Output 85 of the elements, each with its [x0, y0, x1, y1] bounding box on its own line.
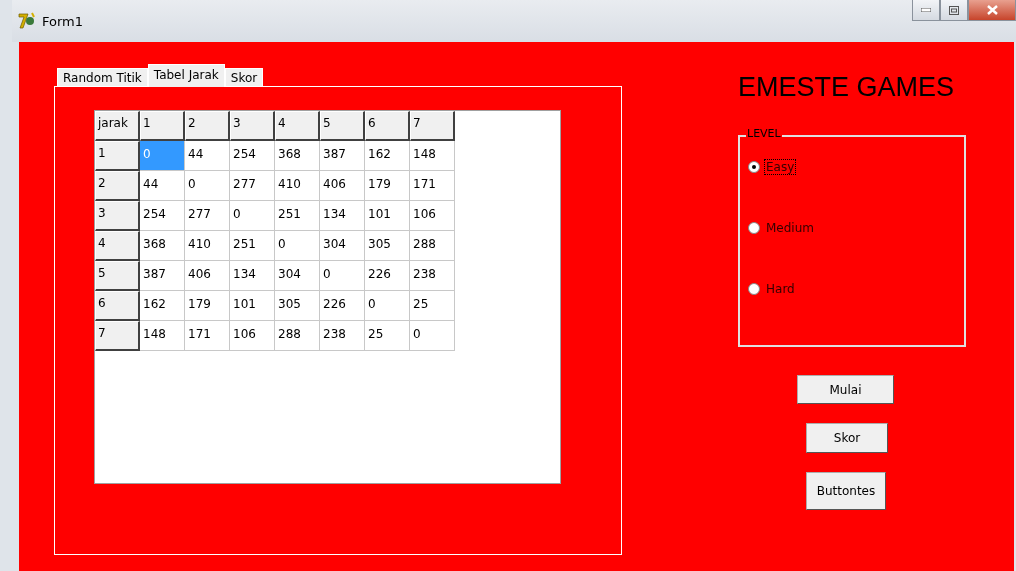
row-header[interactable]: 6 [95, 291, 140, 321]
table-cell[interactable]: 288 [275, 321, 320, 351]
table-cell[interactable]: 101 [365, 201, 410, 231]
push-button[interactable]: Mulai [797, 375, 894, 404]
window-title: Form1 [42, 13, 84, 29]
table-cell[interactable]: 171 [410, 171, 455, 201]
table-cell[interactable]: 0 [185, 171, 230, 201]
tab[interactable]: Random Titik [57, 68, 148, 86]
table-cell[interactable]: 254 [140, 201, 185, 231]
minimize-button[interactable] [912, 0, 940, 21]
table-cell[interactable]: 288 [410, 231, 455, 261]
table-cell[interactable]: 179 [365, 171, 410, 201]
column-header: 1 [140, 111, 185, 141]
table-cell[interactable]: 305 [275, 291, 320, 321]
column-header: 5 [320, 111, 365, 141]
push-button[interactable]: Skor [806, 423, 888, 453]
column-header: 7 [410, 111, 455, 141]
table-cell[interactable]: 238 [320, 321, 365, 351]
minimize-icon [921, 8, 931, 12]
radio-label[interactable]: Medium [764, 220, 816, 236]
table-cell[interactable]: 0 [410, 321, 455, 351]
radio-button[interactable] [748, 283, 760, 295]
app-logo-icon [18, 12, 36, 30]
table-cell[interactable]: 251 [275, 201, 320, 231]
table-cell[interactable]: 305 [365, 231, 410, 261]
group-label: LEVEL [746, 127, 782, 140]
table-cell[interactable]: 254 [230, 141, 275, 171]
table-cell[interactable]: 368 [275, 141, 320, 171]
column-header: 6 [365, 111, 410, 141]
row-header[interactable]: 1 [95, 141, 140, 171]
table-cell[interactable]: 410 [185, 231, 230, 261]
table-cell[interactable]: 134 [320, 201, 365, 231]
table-cell[interactable]: 387 [140, 261, 185, 291]
table-cell[interactable]: 101 [230, 291, 275, 321]
table-cell[interactable]: 277 [185, 201, 230, 231]
column-header: jarak [95, 111, 140, 141]
table-cell[interactable]: 162 [365, 141, 410, 171]
table-cell[interactable]: 25 [365, 321, 410, 351]
column-header: 4 [275, 111, 320, 141]
table-cell[interactable]: 387 [320, 141, 365, 171]
tab[interactable]: Tabel Jarak [147, 64, 225, 87]
table-cell[interactable]: 226 [365, 261, 410, 291]
table-cell[interactable]: 368 [140, 231, 185, 261]
table-cell[interactable]: 0 [275, 231, 320, 261]
row-header[interactable]: 2 [95, 171, 140, 201]
table-cell[interactable]: 148 [410, 141, 455, 171]
table-cell[interactable]: 44 [140, 171, 185, 201]
table-cell[interactable]: 406 [185, 261, 230, 291]
table-cell[interactable]: 226 [320, 291, 365, 321]
table-cell[interactable]: 171 [185, 321, 230, 351]
row-header[interactable]: 7 [95, 321, 140, 351]
table-cell[interactable]: 106 [230, 321, 275, 351]
radio-label[interactable]: Easy [764, 159, 797, 175]
table-cell[interactable]: 0 [230, 201, 275, 231]
table-cell[interactable]: 179 [185, 291, 230, 321]
table-cell[interactable]: 106 [410, 201, 455, 231]
column-header: 3 [230, 111, 275, 141]
close-icon [986, 5, 998, 15]
radio-label[interactable]: Hard [764, 281, 797, 297]
row-header[interactable]: 3 [95, 201, 140, 231]
table-cell[interactable]: 410 [275, 171, 320, 201]
table-cell[interactable]: 406 [320, 171, 365, 201]
row-header[interactable]: 5 [95, 261, 140, 291]
game-title: EMESTE GAMES [738, 72, 956, 104]
table-cell[interactable]: 0 [365, 291, 410, 321]
table-cell[interactable]: 0 [320, 261, 365, 291]
table-cell[interactable]: 162 [140, 291, 185, 321]
push-button[interactable]: Buttontes [806, 472, 886, 510]
tab[interactable]: Skor [224, 68, 264, 86]
radio-button[interactable] [748, 161, 760, 173]
column-header: 2 [185, 111, 230, 141]
row-header[interactable]: 4 [95, 231, 140, 261]
close-button[interactable] [968, 0, 1016, 21]
table-cell[interactable]: 277 [230, 171, 275, 201]
table-cell[interactable]: 44 [185, 141, 230, 171]
maximize-button[interactable] [940, 0, 968, 21]
table-cell[interactable]: 251 [230, 231, 275, 261]
maximize-icon [949, 5, 959, 15]
table-cell[interactable]: 304 [320, 231, 365, 261]
table-cell[interactable]: 134 [230, 261, 275, 291]
table-cell[interactable]: 238 [410, 261, 455, 291]
table-cell[interactable]: 148 [140, 321, 185, 351]
table-cell[interactable]: 25 [410, 291, 455, 321]
radio-button[interactable] [748, 222, 760, 234]
table-cell[interactable]: 304 [275, 261, 320, 291]
